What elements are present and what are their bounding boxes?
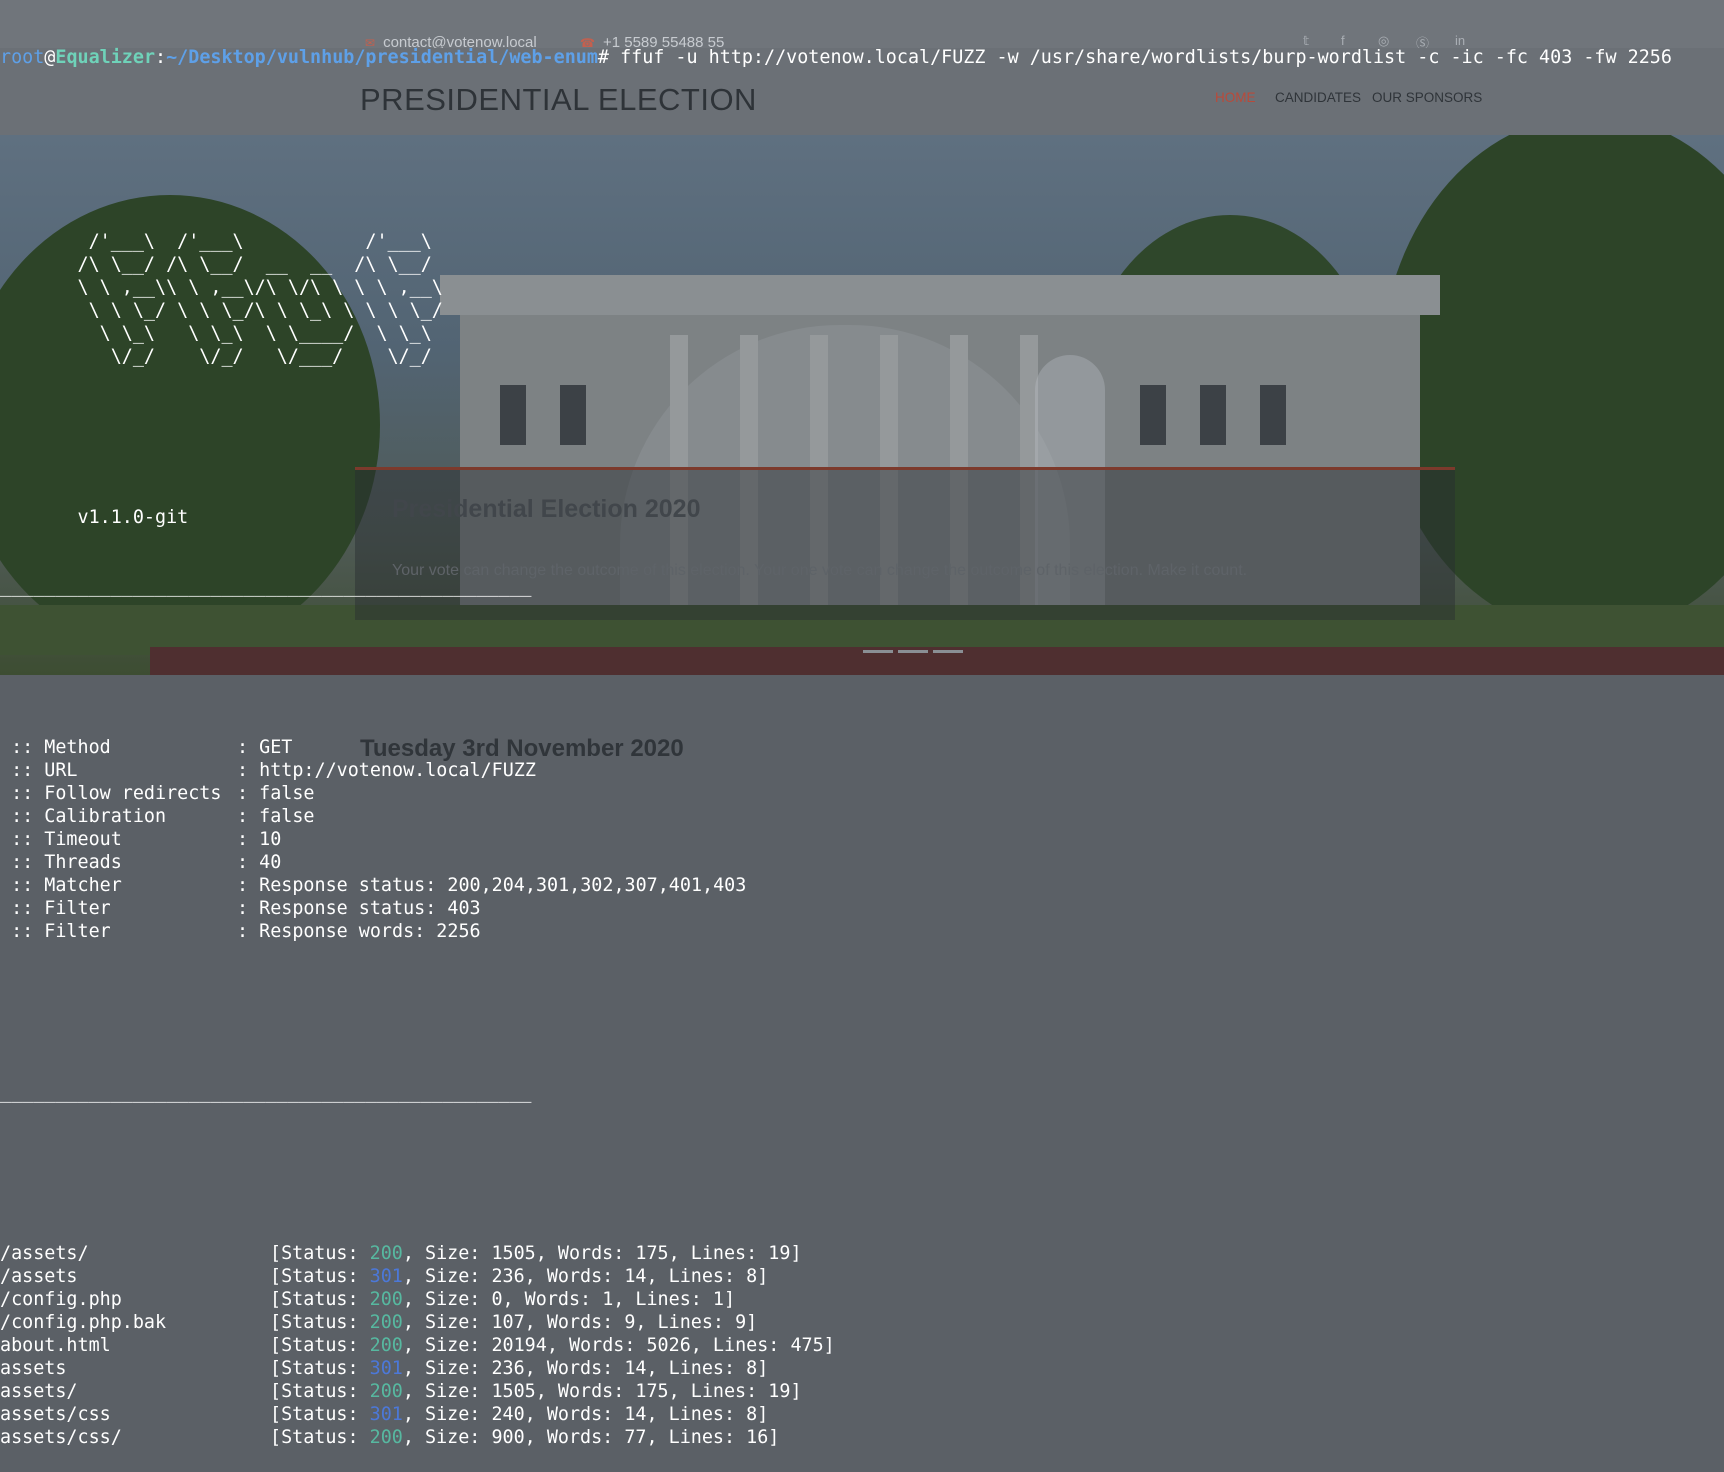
result-words: 14 xyxy=(624,1404,647,1425)
result-path: /assets xyxy=(0,1266,78,1287)
result-row: assets/[Status: 200, Size: 1505, Words: … xyxy=(0,1381,802,1402)
result-path: assets/ xyxy=(0,1381,78,1402)
prompt-colon: : xyxy=(155,47,167,68)
result-status: 200 xyxy=(369,1312,403,1333)
config-value: : 10 xyxy=(237,829,282,850)
ffuf-banner: /'___\ /'___\ /'___\ /\ \__/ /\ \__/ __ … xyxy=(0,230,1724,368)
config-row: :: Filter : Response status: 403 xyxy=(0,897,1724,920)
result-words: 175 xyxy=(635,1381,669,1402)
banner-line: \/_/ \/_/ \/___/ \/_/ xyxy=(0,346,432,367)
result-path: /config.php.bak xyxy=(0,1312,167,1333)
result-row: /assets/[Status: 200, Size: 1505, Words:… xyxy=(0,1243,802,1264)
result-size: 1505 xyxy=(491,1243,536,1264)
config-row: :: URL : http://votenow.local/FUZZ xyxy=(0,759,1724,782)
result-path: about.html xyxy=(0,1335,111,1356)
result-lines: 16 xyxy=(746,1427,769,1448)
result-status: 301 xyxy=(369,1404,403,1425)
result-lines: 19 xyxy=(768,1381,791,1402)
result-words: 5026 xyxy=(646,1335,691,1356)
config-value: : false xyxy=(237,783,315,804)
version-line: v1.1.0-git xyxy=(0,507,189,528)
banner-line: /'___\ /'___\ /'___\ xyxy=(0,231,432,252)
result-size: 1505 xyxy=(491,1381,536,1402)
result-words: 175 xyxy=(635,1243,669,1264)
prompt-path: ~/Desktop/vulnhub/presidential/web-enum xyxy=(166,47,598,68)
config-value: : 40 xyxy=(237,852,282,873)
config-key: :: Filter xyxy=(0,921,111,942)
config-value: : Response status: 200,204,301,302,307,4… xyxy=(237,875,747,896)
result-size: 107 xyxy=(491,1312,525,1333)
config-row: :: Threads : 40 xyxy=(0,851,1724,874)
separator: ________________________________________… xyxy=(0,576,532,597)
prompt-hash: # xyxy=(597,47,609,68)
banner-line: \ \ ,__\\ \ ,__\/\ \/\ \ \ \ ,__\ xyxy=(0,277,443,298)
result-path: /assets/ xyxy=(0,1243,89,1264)
config-row: :: Calibration : false xyxy=(0,805,1724,828)
command-text: ffuf -u http://votenow.local/FUZZ -w /us… xyxy=(609,47,1672,68)
result-row: assets [Status: 301, Size: 236, Words: 14… xyxy=(0,1358,769,1379)
result-size: 0 xyxy=(491,1289,503,1310)
results-list: /assets/[Status: 200, Size: 1505, Words:… xyxy=(0,1242,1724,1449)
config-key: :: Calibration xyxy=(0,806,167,827)
result-row: assets/css [Status: 301, Size: 240, Words… xyxy=(0,1404,769,1425)
result-status: 200 xyxy=(369,1289,403,1310)
result-path: assets xyxy=(0,1358,67,1379)
result-status: 200 xyxy=(369,1427,403,1448)
result-row: about.html [Status: 200, Size: 20194, Wor… xyxy=(0,1335,835,1356)
config-value: : Response status: 403 xyxy=(237,898,481,919)
result-path: assets/css xyxy=(0,1404,111,1425)
config-block: :: Method: GET :: URL: http://votenow.lo… xyxy=(0,736,1724,943)
config-key: :: Threads xyxy=(0,852,122,873)
result-path: /config.php xyxy=(0,1289,122,1310)
result-words: 14 xyxy=(624,1358,647,1379)
prompt-line: root@Equalizer:~/Desktop/vulnhub/preside… xyxy=(0,46,1724,69)
result-lines: 8 xyxy=(746,1404,758,1425)
result-words: 77 xyxy=(624,1427,647,1448)
result-words: 14 xyxy=(624,1266,647,1287)
prompt-user: root xyxy=(0,47,45,68)
result-lines: 8 xyxy=(746,1358,758,1379)
banner-line: /\ \__/ /\ \__/ __ __ /\ \__/ xyxy=(0,254,432,275)
prompt-at: @ xyxy=(44,47,56,68)
result-words: 1 xyxy=(602,1289,614,1310)
result-size: 900 xyxy=(491,1427,525,1448)
result-size: 236 xyxy=(491,1266,525,1287)
result-status: 301 xyxy=(369,1266,403,1287)
result-lines: 475 xyxy=(790,1335,824,1356)
config-key: :: Matcher xyxy=(0,875,122,896)
result-size: 240 xyxy=(491,1404,525,1425)
terminal-window[interactable]: root@Equalizer:~/Desktop/vulnhub/preside… xyxy=(0,0,1724,1448)
result-status: 200 xyxy=(369,1381,403,1402)
banner-line: \ \ \_/ \ \ \_/\ \ \_\ \ \ \ \_/ xyxy=(0,300,443,321)
result-lines: 1 xyxy=(712,1289,724,1310)
result-status: 301 xyxy=(369,1358,403,1379)
config-value: : false xyxy=(237,806,315,827)
config-key: :: Follow redirects xyxy=(0,783,222,804)
config-value: : Response words: 2256 xyxy=(237,921,481,942)
prompt-host: Equalizer xyxy=(55,47,156,68)
config-row: :: Follow redirects : false xyxy=(0,782,1724,805)
result-path: assets/css/ xyxy=(0,1427,122,1448)
result-lines: 19 xyxy=(768,1243,791,1264)
result-words: 9 xyxy=(624,1312,636,1333)
config-key: :: Timeout xyxy=(0,829,122,850)
result-size: 236 xyxy=(491,1358,525,1379)
result-row: /config.php.bak [Status: 200, Size: 107, … xyxy=(0,1312,758,1333)
result-size: 20194 xyxy=(491,1335,547,1356)
result-status: 200 xyxy=(369,1243,403,1264)
result-lines: 8 xyxy=(746,1266,758,1287)
config-value: : http://votenow.local/FUZZ xyxy=(237,760,536,781)
config-row: :: Matcher : Response status: 200,204,301… xyxy=(0,874,1724,897)
config-row: :: Filter : Response words: 2256 xyxy=(0,920,1724,943)
config-row: :: Timeout : 10 xyxy=(0,828,1724,851)
result-row: /config.php [Status: 200, Size: 0, Words:… xyxy=(0,1289,736,1310)
config-key: :: Filter xyxy=(0,898,111,919)
banner-line: \ \_\ \ \_\ \ \____/ \ \_\ xyxy=(0,323,432,344)
result-status: 200 xyxy=(369,1335,403,1356)
result-row: assets/css/[Status: 200, Size: 900, Word… xyxy=(0,1427,780,1448)
separator: ________________________________________… xyxy=(0,1082,532,1103)
result-lines: 9 xyxy=(735,1312,747,1333)
config-key: :: URL xyxy=(0,760,78,781)
result-row: /assets [Status: 301, Size: 236, Words: 1… xyxy=(0,1266,769,1287)
